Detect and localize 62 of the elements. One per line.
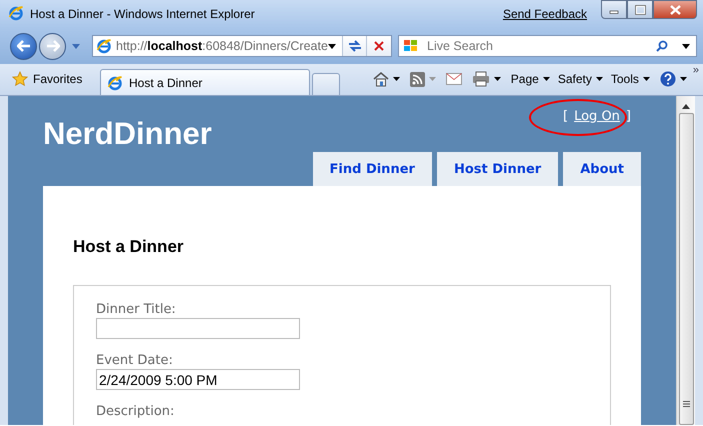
browser-logo-icon	[8, 4, 24, 20]
caret-icon	[494, 77, 501, 81]
scrollbar-thumb[interactable]	[678, 113, 694, 425]
command-menu-button[interactable]: Tools	[606, 67, 654, 91]
house-icon	[372, 71, 389, 87]
left-arrow-icon	[16, 40, 30, 52]
browser-logo-icon	[107, 74, 123, 90]
stop-button[interactable]	[366, 36, 391, 56]
grip-lines-icon	[682, 401, 690, 407]
text-input[interactable]: 2/24/2009 5:00 PM	[96, 369, 300, 390]
command-menu-button[interactable]: Safety	[554, 67, 607, 91]
caret-icon	[392, 77, 400, 81]
caret-icon	[642, 77, 650, 81]
back-button[interactable]	[10, 32, 37, 60]
star-icon	[12, 71, 28, 87]
browser-tab[interactable]: Host a Dinner	[100, 69, 310, 95]
field-label: Description:	[96, 404, 176, 419]
stop-icon	[374, 41, 384, 51]
windows-flag-icon	[403, 39, 419, 53]
caret-icon	[682, 44, 690, 48]
text-input[interactable]	[96, 318, 300, 339]
caret-icon	[72, 44, 80, 48]
bracket-text: [	[563, 109, 568, 124]
menu-tab[interactable]: About	[563, 152, 641, 186]
caret-icon	[596, 77, 603, 81]
envelope-icon	[446, 73, 462, 85]
question-mark-icon	[660, 71, 676, 87]
menu-tab[interactable]: Find Dinner	[312, 152, 432, 186]
printer-icon	[472, 71, 490, 87]
caret-icon	[542, 77, 550, 81]
field-label: Dinner Title:	[96, 302, 177, 317]
log-on-link[interactable]: Log On	[574, 109, 620, 124]
right-arrow-icon	[46, 40, 60, 52]
minimize-button[interactable]	[601, 0, 627, 19]
window-title: Host a Dinner - Windows Internet Explorer	[30, 7, 256, 21]
page-heading: Host a Dinner	[73, 237, 185, 257]
bracket-text: ]	[626, 109, 631, 124]
refresh-arrows-icon	[348, 40, 362, 52]
caret-icon	[328, 44, 336, 48]
forward-button[interactable]	[39, 32, 66, 60]
send-feedback-link[interactable]: Send Feedback	[502, 7, 587, 21]
command-menu-button[interactable]: Page	[506, 67, 554, 91]
caret-icon	[428, 77, 436, 81]
vertical-scrollbar[interactable]	[676, 96, 695, 425]
favorites-button[interactable]: Favorites	[8, 67, 100, 91]
maximize-icon	[634, 4, 646, 14]
menu-tab[interactable]: Host Dinner	[436, 152, 558, 186]
field-label: Event Date:	[96, 353, 174, 368]
more-commands-chevron[interactable]: »	[692, 64, 699, 76]
maximize-button[interactable]	[627, 0, 653, 19]
refresh-button[interactable]	[342, 36, 366, 56]
browser-logo-icon	[96, 38, 112, 54]
site-title: NerdDinner	[43, 116, 212, 152]
url-text: http://localhost:60848/Dinners/Create	[115, 39, 328, 53]
search-icon	[656, 40, 668, 52]
address-bar[interactable]: http://localhost:60848/Dinners/Create	[92, 35, 392, 57]
close-icon	[670, 4, 680, 14]
feed-icon	[410, 72, 425, 86]
up-arrow-icon	[682, 104, 690, 109]
search-field[interactable]: Live Search	[398, 35, 697, 57]
close-button[interactable]	[653, 0, 697, 19]
caret-icon	[680, 77, 687, 81]
